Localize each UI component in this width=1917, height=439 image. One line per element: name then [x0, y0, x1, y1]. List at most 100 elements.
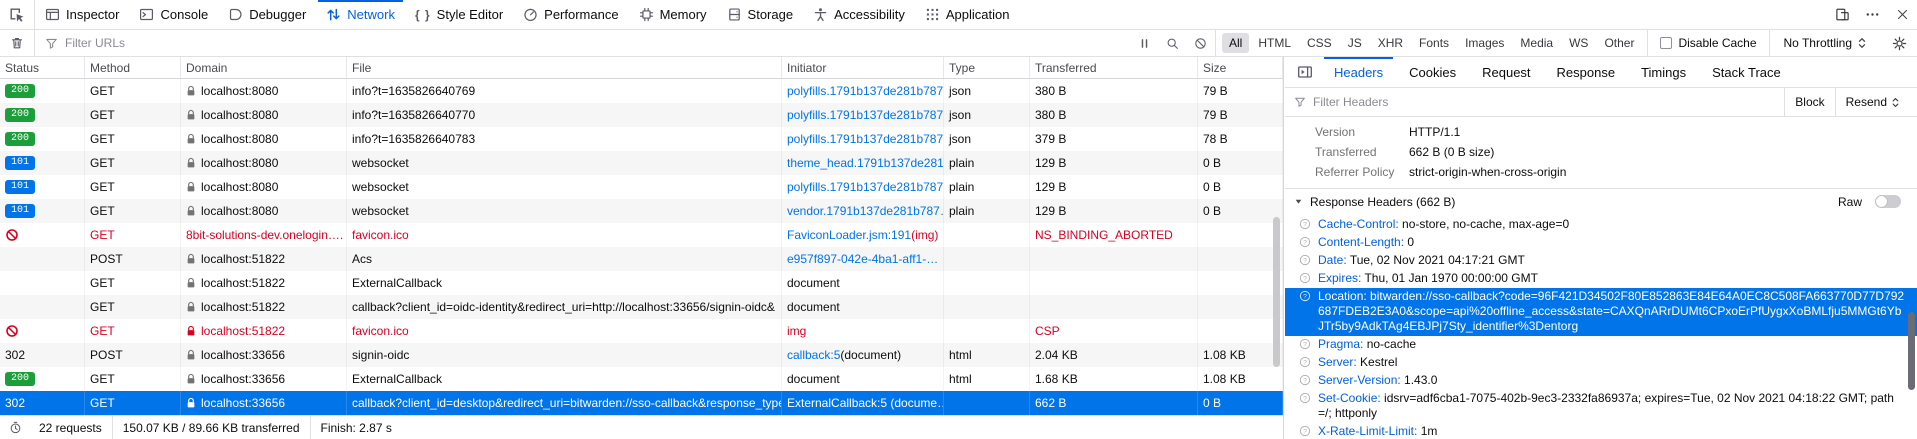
header-help-icon[interactable]: ?	[1299, 218, 1311, 230]
details-tab-request[interactable]: Request	[1469, 57, 1543, 87]
request-row[interactable]: 200GETlocalhost:8080info?t=1635826640769…	[0, 79, 1283, 103]
initiator-link[interactable]: FaviconLoader.jsm:191	[787, 228, 911, 242]
column-header-size[interactable]: Size	[1198, 57, 1283, 78]
column-header-initiator[interactable]: Initiator	[782, 57, 944, 78]
column-header-status[interactable]: Status	[0, 57, 85, 78]
details-scrollbar[interactable]	[1908, 312, 1915, 390]
response-header-row[interactable]: ?Pragma: no-cache	[1285, 336, 1917, 354]
raw-toggle[interactable]	[1875, 195, 1901, 208]
details-tab-timings[interactable]: Timings	[1628, 57, 1699, 87]
details-tab-cookies[interactable]: Cookies	[1396, 57, 1469, 87]
request-row[interactable]: 101GETlocalhost:8080websocketpolyfills.1…	[0, 175, 1283, 199]
throttling-select[interactable]: No Throttling	[1770, 36, 1881, 50]
request-row[interactable]: 200GETlocalhost:8080info?t=1635826640770…	[0, 103, 1283, 127]
filter-headers-input[interactable]	[1313, 95, 1784, 109]
disable-cache-control[interactable]: Disable Cache	[1648, 36, 1768, 50]
column-header-transferred[interactable]: Transferred	[1030, 57, 1198, 78]
column-header-type[interactable]: Type	[944, 57, 1030, 78]
response-header-row[interactable]: ?Server-Version: 1.43.0	[1285, 372, 1917, 390]
network-settings-button[interactable]	[1881, 30, 1917, 56]
tool-tab-debugger[interactable]: Debugger	[218, 0, 316, 29]
column-header-file[interactable]: File	[347, 57, 782, 78]
type-filter-media[interactable]: Media	[1513, 33, 1560, 53]
tool-tab-network[interactable]: Network	[316, 0, 405, 29]
header-help-icon[interactable]: ?	[1299, 356, 1311, 368]
initiator-link[interactable]: polyfills.1791b137de281b787…	[787, 108, 944, 122]
tool-tab-accessibility[interactable]: Accessibility	[803, 0, 915, 29]
request-row[interactable]: GETlocalhost:51822favicon.icoimgCSP	[0, 319, 1283, 343]
header-help-icon[interactable]: ?	[1299, 272, 1311, 284]
type-filter-html[interactable]: HTML	[1251, 33, 1298, 53]
responsive-design-button[interactable]	[1827, 0, 1857, 29]
disable-cache-checkbox[interactable]	[1660, 37, 1672, 49]
request-table-header: StatusMethodDomainFileInitiatorTypeTrans…	[0, 57, 1283, 79]
request-row[interactable]: POSTlocalhost:51822Acse957f897-042e-4ba1…	[0, 247, 1283, 271]
column-header-domain[interactable]: Domain	[181, 57, 347, 78]
block-requests-button[interactable]	[1187, 30, 1215, 56]
response-header-row[interactable]: ?Date: Tue, 02 Nov 2021 04:17:21 GMT	[1285, 252, 1917, 270]
request-row[interactable]: GETlocalhost:51822ExternalCallbackdocume…	[0, 271, 1283, 295]
response-header-row[interactable]: ?Server: Kestrel	[1285, 354, 1917, 372]
pick-element-button[interactable]	[0, 0, 34, 29]
request-row[interactable]: 302GETlocalhost:33656callback?client_id=…	[0, 391, 1283, 415]
initiator-link[interactable]: vendor.1791b137de281b787…	[787, 204, 944, 218]
type-filter-images[interactable]: Images	[1458, 33, 1511, 53]
header-help-icon[interactable]: ?	[1299, 254, 1311, 266]
response-header-row[interactable]: ?Set-Cookie: idsrv=adf6cba1-7075-402b-9e…	[1285, 390, 1917, 423]
resend-button[interactable]: Resend	[1835, 88, 1917, 116]
type-filter-js[interactable]: JS	[1341, 33, 1369, 53]
request-list-scrollbar[interactable]	[1273, 217, 1280, 367]
tool-tab-style-editor[interactable]: { }Style Editor	[405, 0, 513, 29]
response-header-row[interactable]: ?Expires: Thu, 01 Jan 1970 00:00:00 GMT	[1285, 270, 1917, 288]
type-filter-xhr[interactable]: XHR	[1371, 33, 1410, 53]
type-filter-all[interactable]: All	[1222, 33, 1249, 53]
type-filter-other[interactable]: Other	[1597, 33, 1641, 53]
tool-tab-application[interactable]: Application	[915, 0, 1020, 29]
pause-traffic-button[interactable]	[1131, 30, 1159, 56]
filter-urls-input[interactable]	[65, 36, 1131, 50]
details-tab-stack-trace[interactable]: Stack Trace	[1699, 57, 1794, 87]
type-filter-ws[interactable]: WS	[1562, 33, 1595, 53]
tool-tab-inspector[interactable]: Inspector	[35, 0, 129, 29]
request-row[interactable]: GETlocalhost:51822callback?client_id=oid…	[0, 295, 1283, 319]
request-row[interactable]: 101GETlocalhost:8080websockettheme_head.…	[0, 151, 1283, 175]
devtools-menu-button[interactable]	[1857, 0, 1887, 29]
tool-tab-memory[interactable]: Memory	[629, 0, 717, 29]
tool-tab-storage[interactable]: Storage	[717, 0, 804, 29]
response-header-row[interactable]: ?Content-Length: 0	[1285, 234, 1917, 252]
header-help-icon[interactable]: ?	[1299, 374, 1311, 386]
request-row[interactable]: 101GETlocalhost:8080websocketvendor.1791…	[0, 199, 1283, 223]
sidebar-toggle-button[interactable]	[1289, 57, 1321, 87]
search-button[interactable]	[1159, 30, 1187, 56]
initiator-link[interactable]: polyfills.1791b137de281b787…	[787, 180, 944, 194]
details-tab-response[interactable]: Response	[1544, 57, 1629, 87]
initiator-link[interactable]: polyfills.1791b137de281b787…	[787, 132, 944, 146]
cell-size: 79 B	[1198, 79, 1283, 103]
header-help-icon[interactable]: ?	[1299, 290, 1311, 302]
request-row[interactable]: 200GETlocalhost:33656ExternalCallbackdoc…	[0, 367, 1283, 391]
header-help-icon[interactable]: ?	[1299, 425, 1311, 437]
response-header-row[interactable]: ?X-Rate-Limit-Limit: 1m	[1285, 423, 1917, 439]
block-url-button[interactable]: Block	[1784, 88, 1834, 116]
header-help-icon[interactable]: ?	[1299, 338, 1311, 350]
details-tab-headers[interactable]: Headers	[1321, 57, 1396, 87]
column-header-method[interactable]: Method	[85, 57, 181, 78]
response-header-row[interactable]: ?Location: bitwarden://sso-callback?code…	[1285, 288, 1917, 336]
close-devtools-button[interactable]	[1887, 0, 1917, 29]
type-filter-fonts[interactable]: Fonts	[1412, 33, 1456, 53]
request-row[interactable]: 302POSTlocalhost:33656signin-oidccallbac…	[0, 343, 1283, 367]
initiator-link[interactable]: polyfills.1791b137de281b787…	[787, 84, 944, 98]
initiator-link[interactable]: callback:5	[787, 348, 840, 362]
tool-tab-performance[interactable]: Performance	[513, 0, 628, 29]
request-row[interactable]: GET8bit-solutions-dev.onelogin….favicon.…	[0, 223, 1283, 247]
tool-tab-console[interactable]: Console	[129, 0, 218, 29]
initiator-link[interactable]: e957f897-042e-4ba1-aff1-…	[787, 252, 938, 266]
type-filter-css[interactable]: CSS	[1300, 33, 1339, 53]
header-help-icon[interactable]: ?	[1299, 236, 1311, 248]
clear-requests-button[interactable]	[0, 30, 34, 56]
response-headers-section[interactable]: Response Headers (662 B) Raw	[1285, 188, 1917, 214]
header-help-icon[interactable]: ?	[1299, 392, 1311, 404]
response-header-row[interactable]: ?Cache-Control: no-store, no-cache, max-…	[1285, 216, 1917, 234]
initiator-link[interactable]: theme_head.1791b137de281…	[787, 156, 944, 170]
request-row[interactable]: 200GETlocalhost:8080info?t=1635826640783…	[0, 127, 1283, 151]
